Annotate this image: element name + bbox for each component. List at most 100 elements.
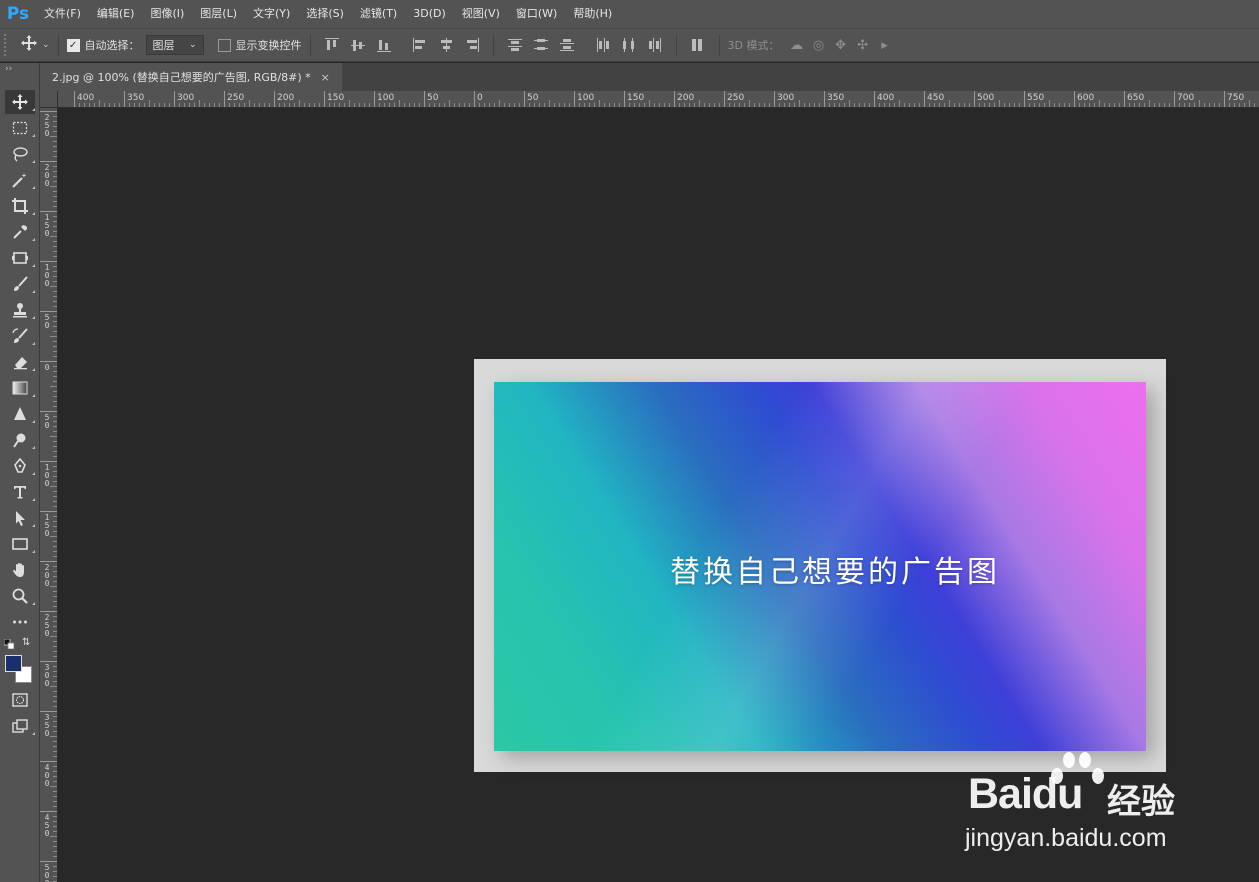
ruler-major-tick [424,91,425,107]
align-bottom-edges-button[interactable] [373,33,395,57]
rectangle-tool[interactable] [0,531,40,557]
ruler-label: 450 [927,93,945,103]
menu-help[interactable]: 帮助(H) [565,0,620,28]
crop-tool[interactable] [0,193,40,219]
edit-toolbar-button[interactable] [0,609,40,635]
ruler-minor-tick [949,100,950,107]
eyedropper-tool[interactable] [0,219,40,245]
menu-filter[interactable]: 滤镜(T) [352,0,405,28]
menu-edit[interactable]: 编辑(E) [89,0,143,28]
menu-3d[interactable]: 3D(D) [405,0,454,28]
options-bar-grip[interactable] [4,34,10,56]
auto-align-layers-button[interactable] [687,33,709,57]
align-vertical-centers-button[interactable] [347,33,369,57]
menu-select[interactable]: 选择(S) [298,0,352,28]
dodge-tool[interactable] [0,427,40,453]
ruler-label: 200 [677,93,695,103]
menu-image[interactable]: 图像(I) [142,0,192,28]
ruler-label: 100 [44,263,50,288]
ruler-label: 350 [827,93,845,103]
align-top-edges-button[interactable] [321,33,343,57]
type-tool[interactable] [0,479,40,505]
ruler-label: 350 [127,93,145,103]
ruler-major-tick [774,91,775,107]
clone-stamp-tool[interactable] [0,297,40,323]
ruler-origin[interactable] [40,91,58,108]
ruler-major-tick [40,511,57,512]
swap-colors-icon[interactable]: ⇅ [22,637,30,648]
blur-icon [14,407,26,420]
ruler-label: 750 [1227,93,1245,103]
ruler-major-tick [274,91,275,107]
ruler-minor-tick [50,486,57,487]
ruler-label: 400 [877,93,895,103]
align-right-edges-button[interactable] [461,33,483,57]
align-left-edges-button[interactable] [409,33,431,57]
tools-panel-collapse[interactable]: ›› [0,63,39,89]
pen-tool[interactable] [0,453,40,479]
brush-tool[interactable] [0,271,40,297]
document-tab[interactable]: 2.jpg @ 100% (替换自己想要的广告图, RGB/8#) * × [40,63,342,91]
ruler-label: 500 [977,93,995,103]
ruler-label: 150 [44,213,50,238]
ruler-major-tick [324,91,325,107]
align-horizontal-centers-button[interactable] [435,33,457,57]
zoom-tool[interactable] [0,583,40,609]
eraser-tool[interactable] [0,349,40,375]
ruler-minor-tick [749,100,750,107]
close-icon[interactable]: × [321,71,330,84]
default-colors-icon[interactable] [4,639,14,649]
lasso-tool[interactable] [0,141,40,167]
quick-mask-button[interactable] [0,687,40,713]
slide-3d-icon[interactable]: ✣ [852,34,874,56]
ruler-label: 600 [1077,93,1095,103]
ruler-label: 650 [1127,93,1145,103]
hand-tool[interactable] [0,557,40,583]
ruler-minor-tick [699,100,700,107]
auto-select-checkbox[interactable]: ✓ [66,38,80,52]
path-selection-tool[interactable] [0,505,40,531]
magic-wand-tool[interactable] [0,167,40,193]
ruler-minor-tick [50,236,57,237]
distribute-top-button[interactable] [504,33,526,57]
distribute-left-button[interactable] [592,33,614,57]
ruler-major-tick [1124,91,1125,107]
foreground-color-swatch[interactable] [5,655,22,672]
ruler-label: 200 [44,163,50,188]
ruler-label: 250 [727,93,745,103]
show-transform-checkbox[interactable] [217,38,231,52]
distribute-vcenter-button[interactable] [530,33,552,57]
scale-3d-icon[interactable]: ▸ [874,34,896,56]
ruler-major-tick [40,261,57,262]
distribute-right-button[interactable] [644,33,666,57]
marquee-tool[interactable] [0,115,40,141]
auto-select-target-dropdown[interactable]: 图层 ⌄ [145,35,204,55]
gradient-icon [12,381,28,395]
distribute-vcenter-icon [533,39,548,50]
move-tool[interactable] [0,89,40,115]
eraser-icon [14,357,27,370]
menu-layer[interactable]: 图层(L) [192,0,245,28]
menu-type[interactable]: 文字(Y) [245,0,298,28]
menu-file[interactable]: 文件(F) [36,0,89,28]
orbit-3d-icon[interactable]: ☁ [786,34,808,56]
gradient-tool[interactable] [0,375,40,401]
horizontal-ruler[interactable]: 400 350 300 250 200 150 100 50 0 50 100 150 200 250 30… [58,91,1259,108]
vertical-ruler[interactable]: 250 200 150 100 50 0 50 100 150 200 250 300 350 400 45… [40,108,58,882]
frame-tool[interactable] [0,245,40,271]
roll-3d-icon[interactable]: ◎ [808,34,830,56]
drag-3d-icon[interactable]: ✥ [830,34,852,56]
blur-tool[interactable] [0,401,40,427]
tool-preset-picker[interactable]: ⌄ [20,34,50,56]
screen-mode-button[interactable] [0,713,40,739]
ruler-major-tick [40,111,57,112]
distribute-bottom-button[interactable] [556,33,578,57]
distribute-hcenter-button[interactable] [618,33,640,57]
history-brush-tool[interactable] [0,323,40,349]
distribute-right-icon [648,38,661,52]
menu-window[interactable]: 窗口(W) [508,0,565,28]
menu-view[interactable]: 视图(V) [454,0,508,28]
stamp-icon [13,303,27,318]
document-tab-strip: 2.jpg @ 100% (替换自己想要的广告图, RGB/8#) * × [40,63,1259,91]
ruler-minor-tick [1049,100,1050,107]
